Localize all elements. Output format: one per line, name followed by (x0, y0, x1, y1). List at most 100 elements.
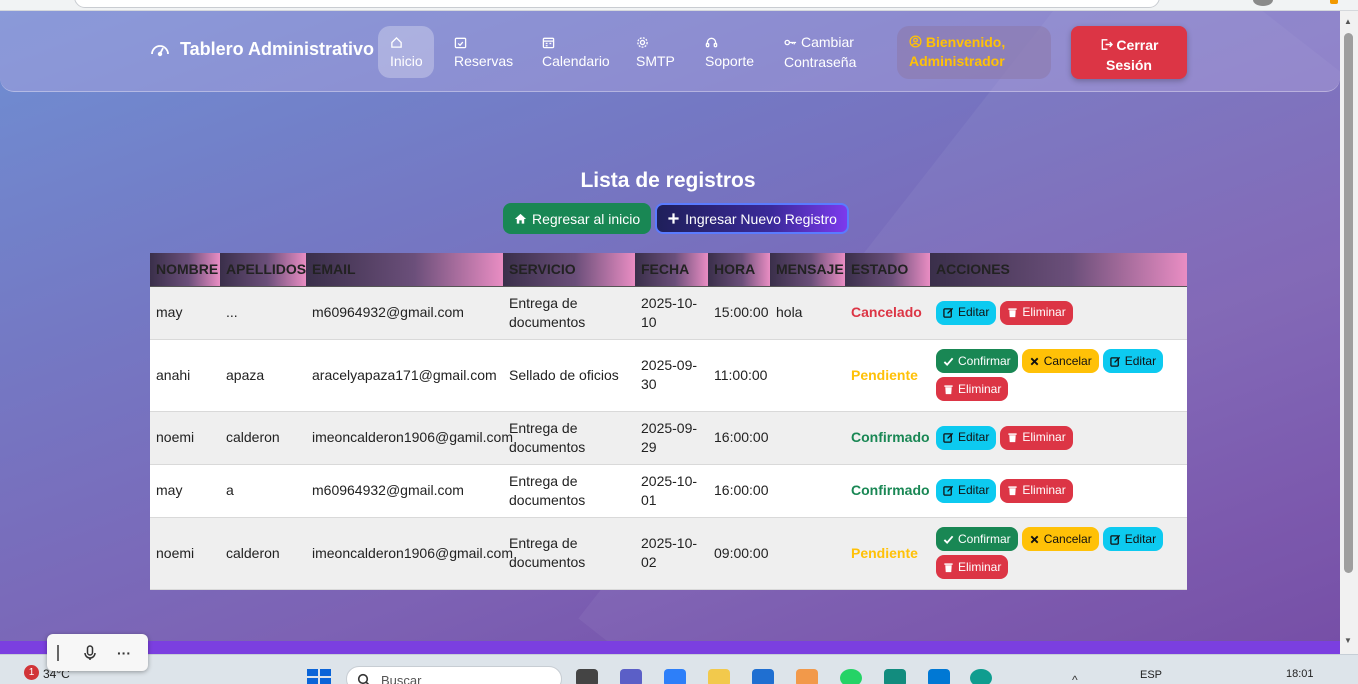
scroll-down-icon[interactable]: ▼ (1344, 636, 1352, 645)
cell-email: aracelyapaza171@gmail.com (306, 339, 503, 411)
nav-reservas[interactable]: Reservas (442, 26, 525, 78)
whatsapp-icon[interactable] (840, 669, 862, 684)
cell-email: m60964932@gmail.com (306, 464, 503, 517)
edge-icon[interactable] (970, 669, 992, 684)
whatsapp-business-icon[interactable] (884, 669, 906, 684)
edit-button[interactable]: Editar (1102, 527, 1164, 551)
drag-handle[interactable] (57, 644, 59, 661)
confirm-button[interactable]: Confirmar (936, 527, 1018, 551)
brand[interactable]: Tablero Administrativo (150, 39, 374, 60)
delete-button[interactable]: Eliminar (1000, 300, 1073, 325)
xampp-icon[interactable] (796, 669, 818, 684)
column-header-fecha: FECHA (635, 253, 708, 287)
trash-icon (1008, 308, 1017, 318)
nav-cambiar-contrasena[interactable]: Cambiar Contraseña (772, 26, 868, 78)
edit-button[interactable]: Editar (1102, 349, 1164, 373)
home-button[interactable]: Regresar al inicio (503, 203, 652, 234)
cell-email: m60964932@gmail.com (306, 286, 503, 339)
cell-mensaje (770, 339, 845, 411)
column-header-email: EMAIL (306, 253, 503, 287)
status-badge: Pendiente (845, 517, 930, 589)
delete-label: Eliminar (1022, 430, 1066, 444)
cell-acciones: Confirmar Cancelar Editar Eliminar (930, 517, 1187, 589)
delete-button[interactable]: Eliminar (1000, 425, 1073, 450)
gear-icon (637, 36, 648, 48)
new-record-button[interactable]: Ingresar Nuevo Registro (655, 203, 849, 234)
edit-label: Editar (958, 483, 990, 497)
nav-calendario[interactable]: Calendario (530, 26, 622, 78)
table-row: may ... m60964932@gmail.com Entrega de d… (150, 286, 1187, 339)
cell-hora: 11:00:00 (708, 339, 770, 411)
scroll-up-icon[interactable]: ▲ (1344, 17, 1352, 26)
trash-icon (944, 384, 953, 394)
column-header-apellidos: APELLIDOS (220, 253, 306, 287)
nav-inicio[interactable]: Inicio (378, 26, 434, 78)
nav-label: Soporte (705, 52, 755, 69)
teams-icon[interactable] (620, 669, 642, 684)
browser-toolbar (0, 0, 1358, 11)
taskbar-search-input[interactable]: Buscar (346, 666, 562, 684)
cell-fecha: 2025-09-29 (635, 411, 708, 464)
delete-button[interactable]: Eliminar (936, 555, 1009, 579)
cancel-label: Cancelar (1043, 531, 1092, 546)
edit-icon (1109, 534, 1120, 545)
nav-label: SMTP (636, 52, 675, 69)
store-icon[interactable] (752, 669, 774, 684)
new-record-button-label: Ingresar Nuevo Registro (685, 210, 837, 227)
more-options-icon[interactable]: ··· (117, 645, 131, 661)
trash-icon (944, 562, 953, 572)
profile-icon[interactable] (1253, 0, 1273, 6)
windows-start-icon[interactable] (307, 669, 331, 684)
edit-button[interactable]: Editar (936, 300, 997, 325)
calendar-check-icon (454, 37, 467, 48)
nav-label-line2: Contraseña (784, 54, 857, 70)
notification-badge: 1 (24, 665, 39, 680)
page-scrollbar[interactable]: ▲ ▼ (1340, 11, 1358, 654)
page-title: Lista de registros (580, 169, 756, 192)
voice-typing-widget: ··· (47, 634, 148, 671)
nav-label: Calendario (542, 52, 610, 69)
cancel-button[interactable]: Cancelar (1021, 527, 1099, 551)
table-row: noemi calderon imeoncalderon1906@gamil.c… (150, 411, 1187, 464)
x-icon (1030, 535, 1039, 543)
language-indicator[interactable]: ESP (1140, 669, 1162, 681)
address-bar[interactable] (74, 0, 1160, 8)
nav-smtp[interactable]: SMTP (624, 26, 687, 78)
cell-servicio: Sellado de oficios (503, 339, 635, 411)
logout-label-line1: Cerrar (1116, 37, 1159, 53)
cell-servicio: Entrega de documentos (503, 517, 635, 589)
brand-title: Tablero Administrativo (180, 39, 375, 59)
extension-icon[interactable] (1330, 0, 1338, 4)
calendar-icon (542, 37, 555, 48)
microphone-icon[interactable] (83, 644, 97, 661)
confirm-button[interactable]: Confirmar (936, 349, 1018, 373)
cancel-button[interactable]: Cancelar (1021, 349, 1099, 373)
logout-button[interactable]: Cerrar Sesión (1071, 26, 1187, 79)
cell-mensaje: hola (770, 286, 845, 339)
file-explorer-icon[interactable] (708, 669, 730, 684)
nav-label-line1: Cambiar (801, 34, 854, 50)
chevron-up-icon[interactable]: ^ (1072, 673, 1078, 684)
welcome-badge: Bienvenido, Administrador (897, 26, 1051, 79)
delete-label: Eliminar (1022, 305, 1066, 319)
copilot-icon[interactable] (664, 669, 686, 684)
nav-soporte[interactable]: Soporte (693, 26, 766, 78)
vscode-icon[interactable] (928, 669, 950, 684)
status-badge: Confirmado (845, 411, 930, 464)
cell-fecha: 2025-09-30 (635, 339, 708, 411)
cell-servicio: Entrega de documentos (503, 464, 635, 517)
cell-mensaje (770, 411, 845, 464)
column-header-acciones: ACCIONES (930, 253, 1187, 287)
scrollbar-thumb[interactable] (1344, 33, 1353, 573)
edit-button[interactable]: Editar (936, 425, 997, 450)
cell-mensaje (770, 464, 845, 517)
user-circle-icon (909, 35, 922, 48)
edit-label: Editar (958, 305, 990, 319)
task-view-icon[interactable] (576, 669, 598, 684)
delete-button[interactable]: Eliminar (1000, 478, 1073, 503)
delete-button[interactable]: Eliminar (936, 377, 1009, 401)
clock[interactable]: 18:01 (1286, 668, 1314, 680)
edit-button[interactable]: Editar (936, 478, 997, 503)
cell-nombre: may (150, 286, 220, 339)
os-taskbar: 1 34°C Buscar ^ ESP 18:01 (0, 654, 1358, 684)
